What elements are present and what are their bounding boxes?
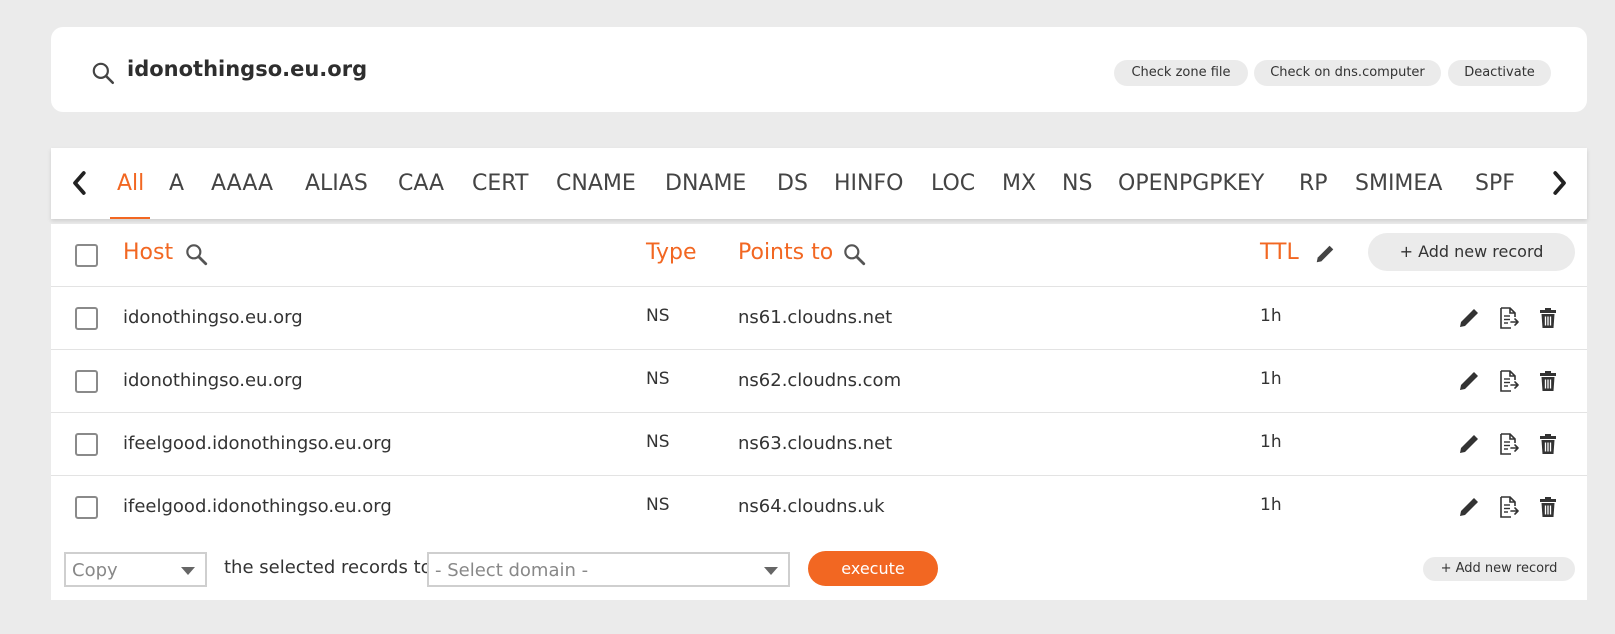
pencil-icon[interactable] [1457,432,1481,456]
tab-smimea[interactable]: SMIMEA [1355,171,1442,196]
bulk-action-select[interactable]: Copy [64,552,207,587]
pencil-icon[interactable] [1457,495,1481,519]
table-row: idonothingso.eu.org NS ns61.cloudns.net … [51,287,1587,350]
type-cell: NS [646,432,670,452]
pencil-icon[interactable] [1457,369,1481,393]
trash-icon[interactable] [1536,432,1560,456]
export-icon[interactable] [1496,495,1520,519]
row-checkbox[interactable] [75,496,98,519]
type-cell: NS [646,369,670,389]
trash-icon[interactable] [1536,495,1560,519]
bulk-action-label: the selected records to [224,557,432,578]
tab-loc[interactable]: LOC [931,171,975,196]
execute-button[interactable]: execute [808,551,938,586]
host-cell: idonothingso.eu.org [123,307,303,328]
select-all-checkbox[interactable] [75,244,98,267]
pencil-icon[interactable] [1314,243,1336,265]
records-table: Host Type Points to TTL + Add new record… [51,224,1587,537]
tab-cert[interactable]: CERT [472,171,528,196]
check-zone-file-button[interactable]: Check zone file [1114,60,1248,86]
active-tab-indicator [110,217,150,219]
domain-select[interactable]: - Select domain - [427,552,790,587]
host-column-header[interactable]: Host [123,240,173,265]
record-type-tabs: All A AAAA ALIAS CAA CERT CNAME DNAME DS… [51,148,1587,219]
tab-spf[interactable]: SPF [1475,171,1515,196]
zone-name: idonothingso.eu.org [127,57,368,81]
points-to-cell: ns63.cloudns.net [738,433,893,454]
points-to-cell: ns61.cloudns.net [738,307,893,328]
chevron-down-icon [764,567,778,575]
type-cell: NS [646,495,670,515]
pencil-icon[interactable] [1457,306,1481,330]
tab-all[interactable]: All [117,171,144,196]
tab-ds[interactable]: DS [777,171,808,196]
tab-rp[interactable]: RP [1299,171,1328,196]
type-column-header[interactable]: Type [646,240,697,265]
domain-select-value: - Select domain - [435,560,589,581]
ttl-column-header[interactable]: TTL [1260,240,1299,265]
table-header-row: Host Type Points to TTL + Add new record [51,224,1587,287]
tab-mx[interactable]: MX [1002,171,1036,196]
add-new-record-button[interactable]: + Add new record [1368,233,1575,271]
search-icon[interactable] [841,241,867,267]
zone-header-card: idonothingso.eu.org Check zone file Chec… [51,27,1587,112]
check-on-dns-computer-button[interactable]: Check on dns.computer [1254,60,1441,86]
table-row: idonothingso.eu.org NS ns62.cloudns.com … [51,350,1587,413]
table-row: ifeelgood.idonothingso.eu.org NS ns63.cl… [51,413,1587,476]
type-cell: NS [646,306,670,326]
search-icon[interactable] [183,241,209,267]
row-checkbox[interactable] [75,433,98,456]
tab-ns[interactable]: NS [1062,171,1092,196]
export-icon[interactable] [1496,369,1520,393]
table-row: ifeelgood.idonothingso.eu.org NS ns64.cl… [51,476,1587,539]
export-icon[interactable] [1496,306,1520,330]
chevron-left-icon[interactable] [65,168,95,198]
host-cell: idonothingso.eu.org [123,370,303,391]
tab-dname[interactable]: DNAME [665,171,746,196]
ttl-cell: 1h [1260,432,1282,452]
points-to-cell: ns62.cloudns.com [738,370,902,391]
points-to-cell: ns64.cloudns.uk [738,496,885,517]
tab-cname[interactable]: CNAME [556,171,636,196]
chevron-down-icon [181,567,195,575]
tab-alias[interactable]: ALIAS [305,171,368,196]
ttl-cell: 1h [1260,495,1282,515]
chevron-right-icon[interactable] [1544,168,1574,198]
footer-add-new-record-button[interactable]: + Add new record [1423,557,1575,581]
trash-icon[interactable] [1536,306,1560,330]
export-icon[interactable] [1496,432,1520,456]
tab-hinfo[interactable]: HINFO [834,171,903,196]
search-icon[interactable] [90,60,116,86]
points-to-column-header[interactable]: Points to [738,240,833,265]
row-checkbox[interactable] [75,307,98,330]
tab-caa[interactable]: CAA [398,171,444,196]
bulk-action-bar: Copy the selected records to - Select do… [51,537,1587,600]
trash-icon[interactable] [1536,369,1560,393]
host-cell: ifeelgood.idonothingso.eu.org [123,433,392,454]
ttl-cell: 1h [1260,369,1282,389]
deactivate-button[interactable]: Deactivate [1448,60,1551,86]
bulk-action-value: Copy [72,560,118,581]
tab-aaaa[interactable]: AAAA [211,171,273,196]
ttl-cell: 1h [1260,306,1282,326]
tab-a[interactable]: A [169,171,184,196]
host-cell: ifeelgood.idonothingso.eu.org [123,496,392,517]
row-checkbox[interactable] [75,370,98,393]
tab-openpgpkey[interactable]: OPENPGPKEY [1118,171,1264,196]
